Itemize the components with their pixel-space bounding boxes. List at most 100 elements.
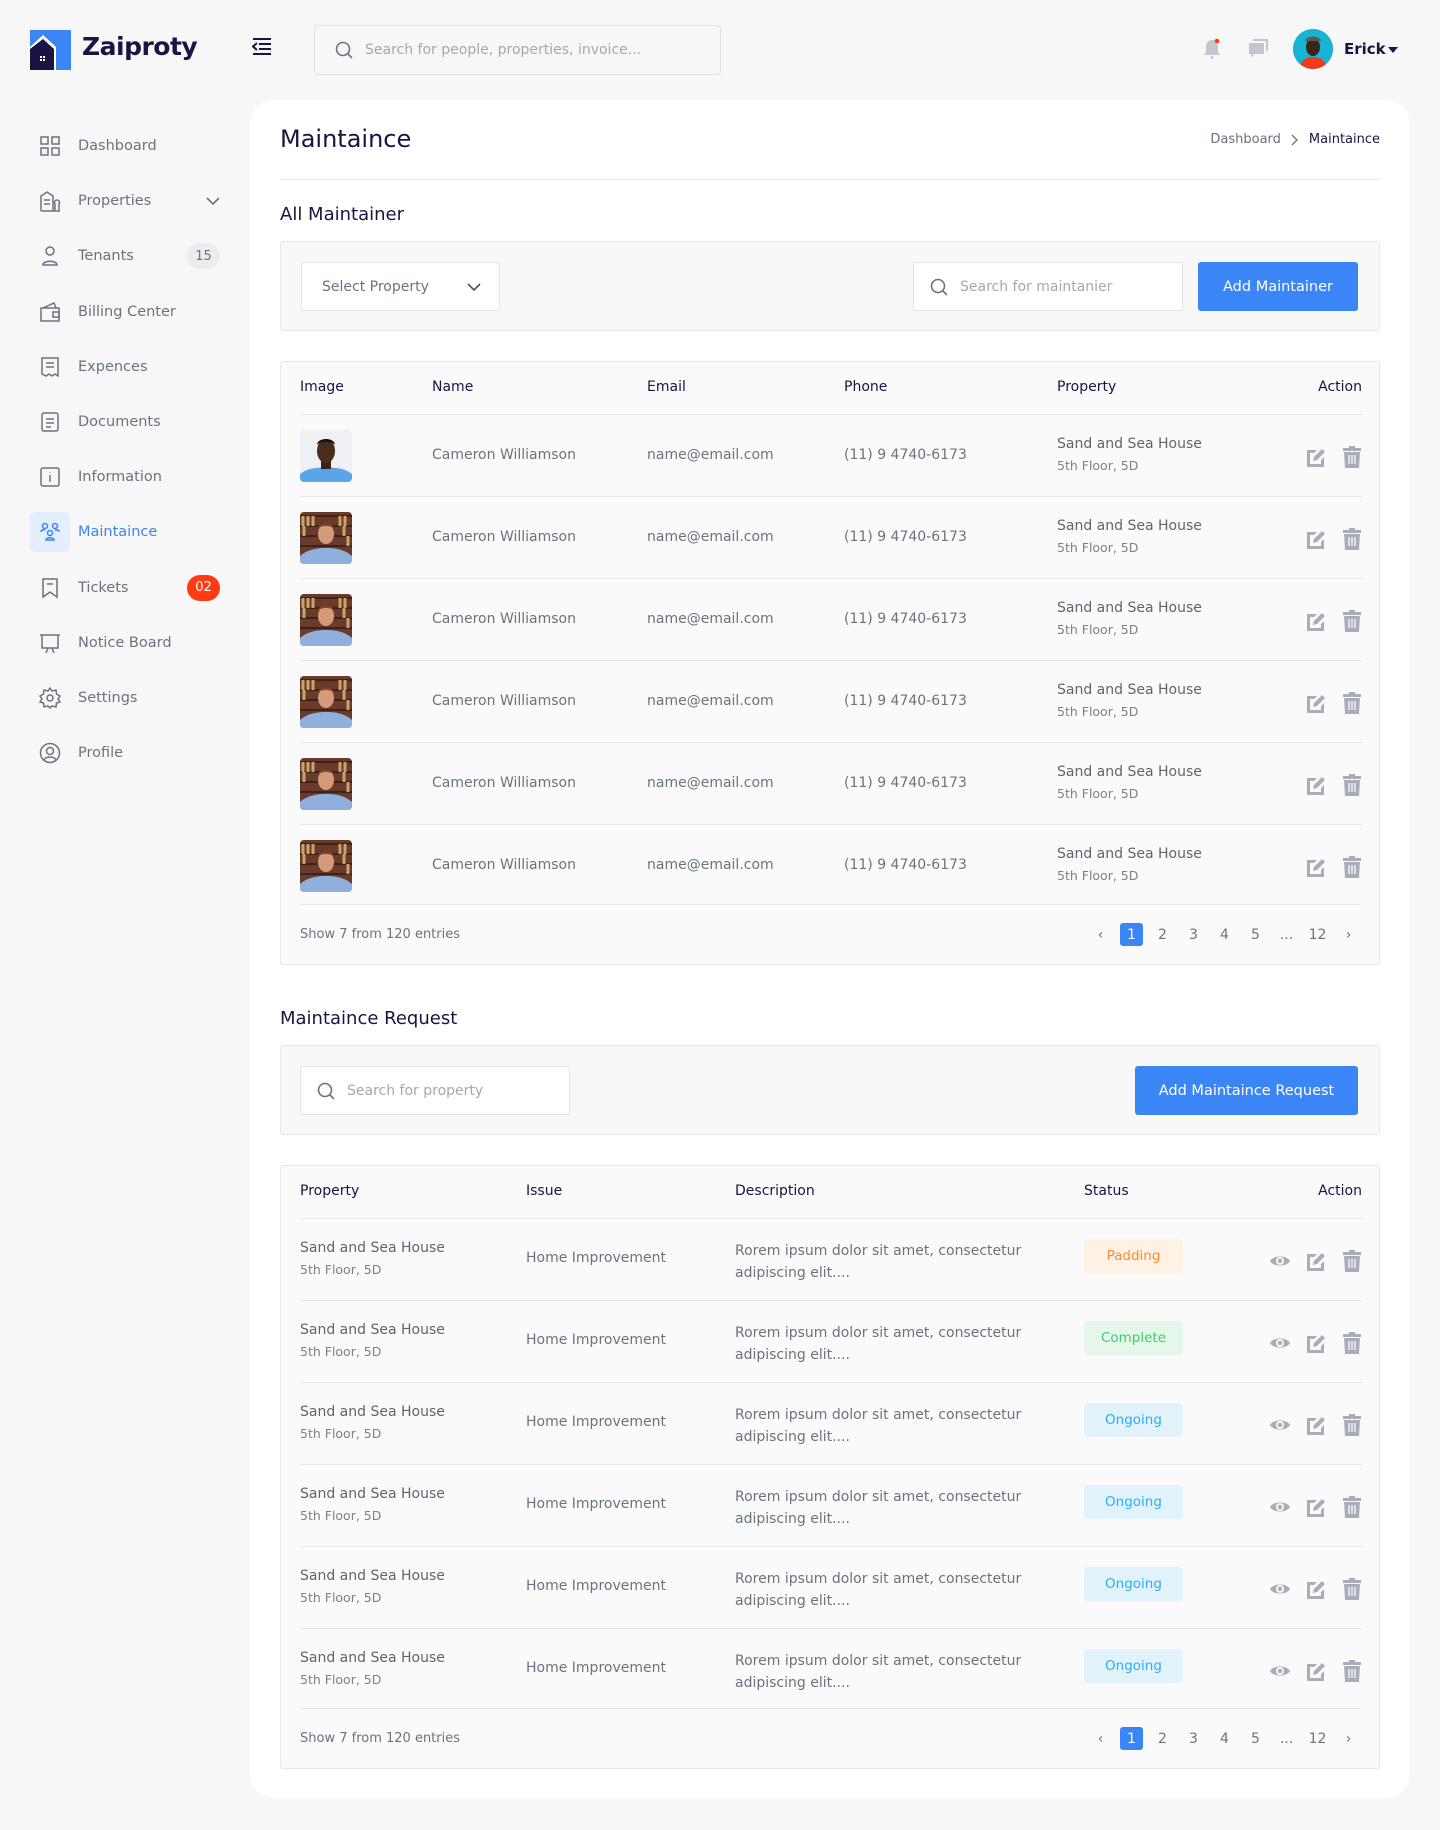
edit-icon[interactable] <box>1307 448 1326 467</box>
column-header-status: Status <box>1084 1183 1129 1199</box>
delete-icon[interactable] <box>1342 1660 1362 1682</box>
maintainer-search-input[interactable] <box>960 278 1182 295</box>
page-button[interactable]: 3 <box>1182 923 1205 946</box>
page-button[interactable]: 12 <box>1306 923 1329 946</box>
global-search-input[interactable] <box>365 42 720 58</box>
delete-icon[interactable] <box>1342 528 1362 550</box>
delete-icon[interactable] <box>1342 1414 1362 1436</box>
property-name: Sand and Sea House <box>300 1568 445 1584</box>
maintainer-phone: (11) 9 4740-6173 <box>844 611 967 627</box>
request-table: Property Issue Description Status Action Sand… <box>280 1165 1380 1769</box>
request-description: Rorem ipsum dolor sit amet, consectetur a… <box>735 1650 1021 1694</box>
sidebar-item-maintaince[interactable]: Maintaince <box>30 512 220 553</box>
edit-icon[interactable] <box>1307 530 1326 549</box>
delete-icon[interactable] <box>1342 1496 1362 1518</box>
edit-icon[interactable] <box>1307 612 1326 631</box>
page-button[interactable]: 4 <box>1213 923 1236 946</box>
delete-icon[interactable] <box>1342 1332 1362 1354</box>
page-button[interactable]: 5 <box>1244 923 1267 946</box>
sidebar-item-profile[interactable]: Profile <box>30 733 220 773</box>
menu-toggle-icon[interactable] <box>251 38 272 58</box>
edit-icon[interactable] <box>1307 1416 1326 1435</box>
delete-icon[interactable] <box>1342 856 1362 878</box>
sidebar-item-expences[interactable]: Expences <box>30 347 220 387</box>
edit-icon[interactable] <box>1307 1498 1326 1517</box>
page-button[interactable]: 4 <box>1213 1727 1236 1750</box>
maintainer-name: Cameron Williamson <box>432 857 576 873</box>
delete-icon[interactable] <box>1342 446 1362 468</box>
user-name[interactable]: Erick <box>1344 40 1386 58</box>
add-maintainer-button[interactable]: Add Maintainer <box>1198 262 1358 311</box>
request-filter-bar: Add Maintaince Request <box>280 1045 1380 1135</box>
maintainer-search[interactable] <box>913 262 1183 311</box>
bell-icon[interactable] <box>1202 38 1222 64</box>
sidebar-item-tenants[interactable]: Tenants 15 <box>30 236 220 276</box>
edit-icon[interactable] <box>1307 1662 1326 1681</box>
delete-icon[interactable] <box>1342 692 1362 714</box>
description-line: Rorem ipsum dolor sit amet, consectetur <box>735 1407 1022 1423</box>
edit-icon[interactable] <box>1307 1334 1326 1353</box>
sidebar-item-properties[interactable]: Properties <box>30 181 220 221</box>
prev-page-icon[interactable]: ‹ <box>1089 1727 1112 1750</box>
page-button[interactable]: 1 <box>1120 923 1143 946</box>
table-footer: Show 7 from 120 entries ‹ 1 2 3 4 5... 12 › <box>300 904 1360 964</box>
view-icon[interactable] <box>1269 1663 1291 1679</box>
add-request-button[interactable]: Add Maintaince Request <box>1135 1066 1358 1115</box>
request-issue: Home Improvement <box>526 1250 666 1266</box>
caret-down-icon[interactable] <box>1388 47 1398 53</box>
page-button[interactable]: 1 <box>1120 1727 1143 1750</box>
breadcrumb-dashboard[interactable]: Dashboard <box>1210 132 1281 147</box>
chevron-down-icon[interactable] <box>206 197 220 206</box>
maintainer-email: name@email.com <box>647 529 774 545</box>
global-search[interactable] <box>314 25 721 75</box>
property-name: Sand and Sea House <box>1057 600 1202 616</box>
next-page-icon[interactable]: › <box>1337 1727 1360 1750</box>
sidebar-item-documents[interactable]: Documents <box>30 402 220 442</box>
view-icon[interactable] <box>1269 1499 1291 1515</box>
sidebar-item-label: Tickets <box>78 579 129 596</box>
delete-icon[interactable] <box>1342 1250 1362 1272</box>
sidebar-item-information[interactable]: Information <box>30 457 220 497</box>
page-button[interactable]: 3 <box>1182 1727 1205 1750</box>
property-name: Sand and Sea House <box>1057 518 1202 534</box>
property-search-input[interactable] <box>347 1082 569 1099</box>
table-row: Sand and Sea House 5th Floor, 5D Home Imp… <box>300 1464 1362 1546</box>
sidebar-item-notice-board[interactable]: Notice Board <box>30 623 220 663</box>
select-property-dropdown[interactable]: Select Property <box>301 262 500 311</box>
sidebar-item-tickets[interactable]: Tickets 02 <box>30 568 220 608</box>
pagination: ‹ 1 2 3 4 5... 12 › <box>1089 1727 1360 1750</box>
edit-icon[interactable] <box>1307 1580 1326 1599</box>
chat-icon[interactable] <box>1248 39 1268 65</box>
request-property: Sand and Sea House 5th Floor, 5D <box>300 1404 445 1441</box>
delete-icon[interactable] <box>1342 610 1362 632</box>
maintainer-property: Sand and Sea House 5th Floor, 5D <box>1057 846 1202 883</box>
property-search[interactable] <box>300 1066 570 1115</box>
delete-icon[interactable] <box>1342 1578 1362 1600</box>
sidebar-item-billing-center[interactable]: Billing Center <box>30 292 220 332</box>
page-button[interactable]: 2 <box>1151 923 1174 946</box>
alert-badge: 02 <box>187 574 220 601</box>
sidebar-item-dashboard[interactable]: Dashboard <box>30 126 220 166</box>
next-page-icon[interactable]: › <box>1337 923 1360 946</box>
page-button[interactable]: 12 <box>1306 1727 1329 1750</box>
view-icon[interactable] <box>1269 1417 1291 1433</box>
sidebar-item-settings[interactable]: Settings <box>30 678 220 718</box>
count-badge: 15 <box>187 243 220 270</box>
user-avatar[interactable] <box>1293 29 1333 69</box>
table-row: Cameron Williamson name@email.com (11) 9… <box>300 496 1362 578</box>
prev-page-icon[interactable]: ‹ <box>1089 923 1112 946</box>
delete-icon[interactable] <box>1342 774 1362 796</box>
maintainer-name: Cameron Williamson <box>432 611 576 627</box>
edit-icon[interactable] <box>1307 1252 1326 1271</box>
edit-icon[interactable] <box>1307 858 1326 877</box>
view-icon[interactable] <box>1269 1253 1291 1269</box>
request-property: Sand and Sea House 5th Floor, 5D <box>300 1240 445 1277</box>
sidebar-item-label: Maintaince <box>78 524 158 541</box>
page-button[interactable]: 5 <box>1244 1727 1267 1750</box>
maintainer-email: name@email.com <box>647 693 774 709</box>
view-icon[interactable] <box>1269 1581 1291 1597</box>
edit-icon[interactable] <box>1307 776 1326 795</box>
edit-icon[interactable] <box>1307 694 1326 713</box>
view-icon[interactable] <box>1269 1335 1291 1351</box>
page-button[interactable]: 2 <box>1151 1727 1174 1750</box>
